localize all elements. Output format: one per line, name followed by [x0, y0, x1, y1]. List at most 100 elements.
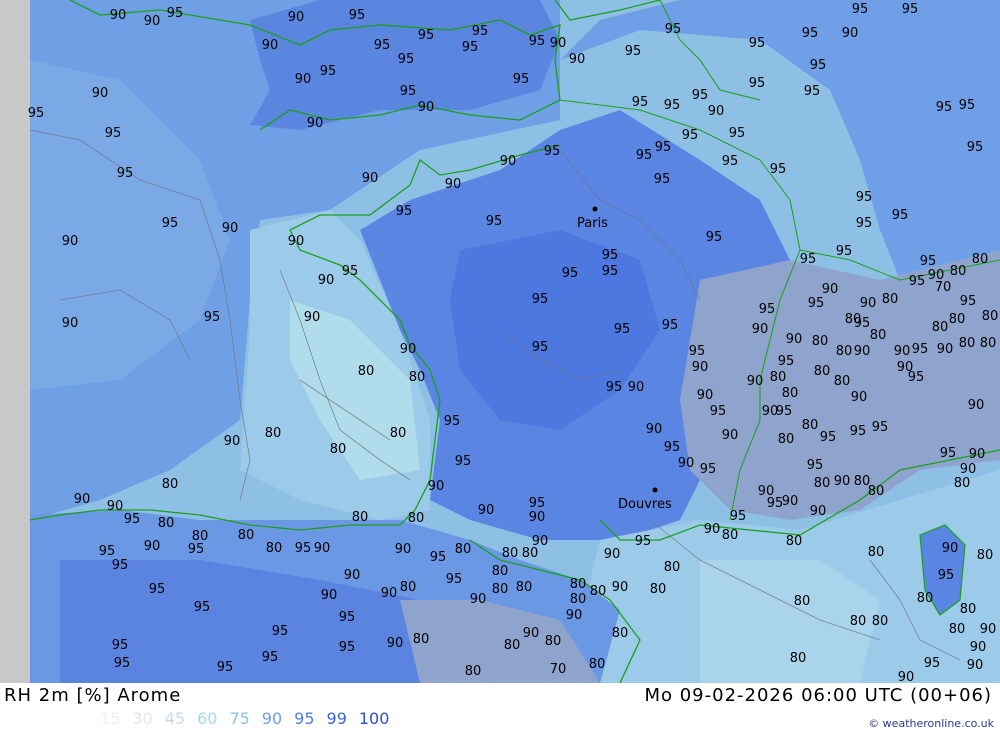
- contour-label: 90: [400, 342, 417, 357]
- no-data-strip: [0, 0, 30, 683]
- contour-label: 95: [770, 162, 787, 177]
- contour-label: 80: [612, 626, 629, 641]
- contour-label: 80: [850, 614, 867, 629]
- contour-label: 95: [124, 512, 141, 527]
- contour-label: 90: [428, 479, 445, 494]
- contour-label: 80: [802, 418, 819, 433]
- contour-label: 90: [604, 547, 621, 562]
- contour-label: 80: [455, 542, 472, 557]
- contour-label: 95: [802, 26, 819, 41]
- contour-label: 95: [632, 95, 649, 110]
- contour-label: 80: [868, 484, 885, 499]
- contour-label: 80: [409, 370, 426, 385]
- contour-label: 95: [960, 294, 977, 309]
- contour-label: 90: [980, 622, 997, 637]
- contour-label: 90: [304, 310, 321, 325]
- contour-label: 90: [381, 586, 398, 601]
- contour-label: 80: [917, 591, 934, 606]
- contour-label: 95: [162, 216, 179, 231]
- contour-label: 95: [759, 302, 776, 317]
- contour-label: 90: [295, 72, 312, 87]
- contour-label: 95: [706, 230, 723, 245]
- contour-label: 95: [544, 144, 561, 159]
- contour-label: 80: [238, 528, 255, 543]
- contour-label: 80: [959, 336, 976, 351]
- contour-label: 80: [794, 594, 811, 609]
- contour-label: 80: [590, 584, 607, 599]
- contour-label: 95: [614, 322, 631, 337]
- contour-label: 95: [105, 126, 122, 141]
- contour-label: 80: [834, 374, 851, 389]
- contour-label: 80: [982, 309, 999, 324]
- map-timestamp: Mo 09-02-2026 06:00 UTC (00+06): [644, 685, 992, 706]
- contour-label: 90: [628, 380, 645, 395]
- contour-label: 90: [107, 499, 124, 514]
- contour-label: 90: [500, 154, 517, 169]
- contour-label: 80: [845, 312, 862, 327]
- contour-label: 90: [970, 640, 987, 655]
- contour-label: 90: [144, 539, 161, 554]
- contour-label: 90: [344, 568, 361, 583]
- contour-label: 95: [810, 58, 827, 73]
- contour-label: 80: [266, 541, 283, 556]
- contour-label: 80: [413, 632, 430, 647]
- contour-label: 90: [810, 504, 827, 519]
- contour-label: 80: [949, 622, 966, 637]
- credit-text[interactable]: © weatheronline.co.uk: [868, 717, 994, 730]
- contour-label: 95: [532, 292, 549, 307]
- contour-label: 80: [786, 534, 803, 549]
- contour-label: 90: [842, 26, 859, 41]
- contour-label: 70: [935, 280, 952, 295]
- contour-label: 80: [870, 328, 887, 343]
- contour-label: 95: [602, 248, 619, 263]
- contour-label: 95: [778, 354, 795, 369]
- contour-label: 80: [814, 476, 831, 491]
- contour-label: 95: [808, 296, 825, 311]
- contour-label: 95: [529, 34, 546, 49]
- contour-label: 95: [486, 214, 503, 229]
- contour-label: 95: [908, 370, 925, 385]
- contour-label: 95: [532, 340, 549, 355]
- contour-label: 90: [321, 588, 338, 603]
- contour-label: 95: [850, 424, 867, 439]
- contour-label: 90: [942, 541, 959, 556]
- city-label: Douvres: [618, 497, 672, 512]
- contour-label: 90: [612, 580, 629, 595]
- legend-value-90: 90: [261, 709, 283, 728]
- contour-label: 90: [834, 474, 851, 489]
- contour-label: 90: [960, 462, 977, 477]
- contour-label: 90: [418, 100, 435, 115]
- contour-label: 95: [654, 172, 671, 187]
- contour-label: 95: [462, 40, 479, 55]
- contour-label: 80: [492, 582, 509, 597]
- contour-label: 95: [852, 2, 869, 17]
- contour-label: 95: [295, 541, 312, 556]
- contour-label: 90: [968, 398, 985, 413]
- contour-label: 95: [936, 100, 953, 115]
- contour-label: 90: [752, 322, 769, 337]
- contour-label: 95: [112, 638, 129, 653]
- contour-label: 90: [222, 221, 239, 236]
- contour-label: 95: [635, 534, 652, 549]
- contour-label: 95: [682, 128, 699, 143]
- contour-label: 95: [320, 64, 337, 79]
- contour-label: 80: [545, 634, 562, 649]
- contour-label: 90: [782, 494, 799, 509]
- contour-label: 95: [938, 568, 955, 583]
- contour-label: 95: [217, 660, 234, 675]
- contour-label: 80: [722, 528, 739, 543]
- contour-label: 80: [330, 442, 347, 457]
- contour-label: 80: [836, 344, 853, 359]
- contour-label: 80: [162, 477, 179, 492]
- contour-label: 95: [940, 446, 957, 461]
- contour-label: 90: [144, 14, 161, 29]
- contour-label: 80: [954, 476, 971, 491]
- contour-label: 90: [569, 52, 586, 67]
- contour-label: 90: [708, 104, 725, 119]
- contour-label: 95: [194, 600, 211, 615]
- contour-label: 90: [704, 522, 721, 537]
- contour-label: 80: [492, 564, 509, 579]
- contour-label: 95: [339, 640, 356, 655]
- contour-label: 95: [272, 624, 289, 639]
- contour-label: 90: [550, 36, 567, 51]
